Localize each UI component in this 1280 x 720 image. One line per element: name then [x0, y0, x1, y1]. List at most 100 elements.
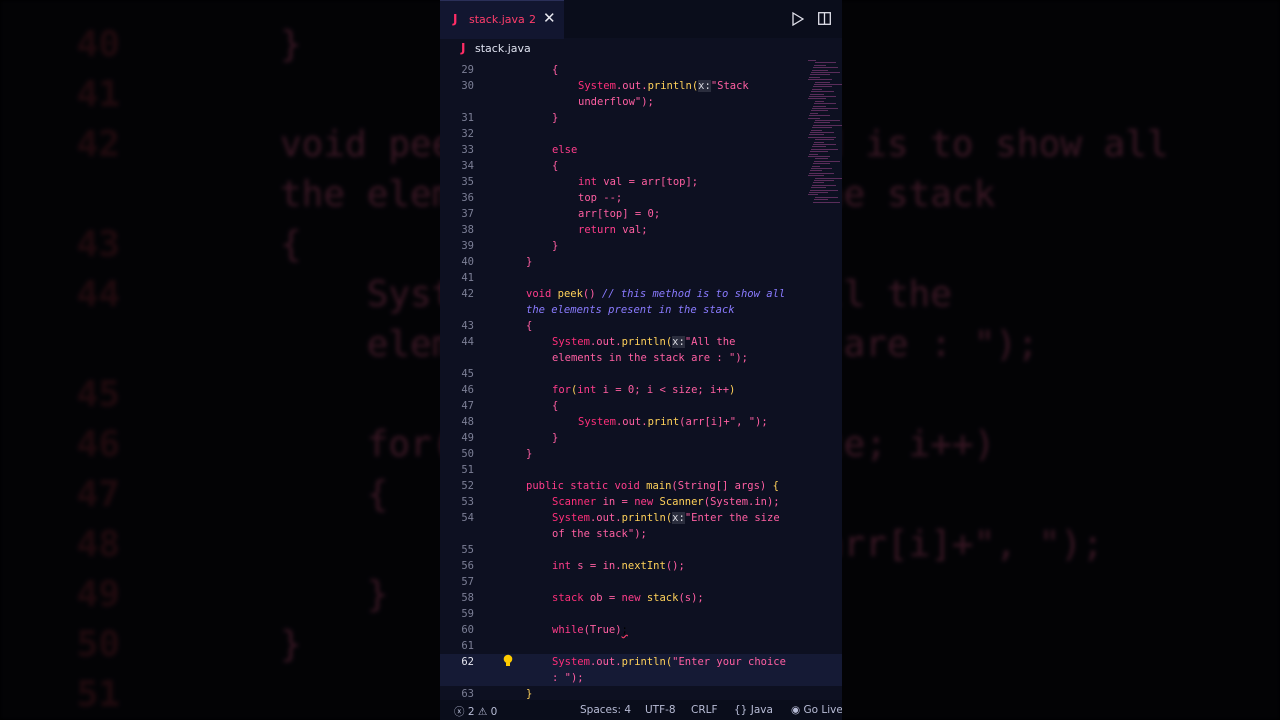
encoding-setting[interactable]: UTF-8: [645, 704, 676, 716]
code-line[interactable]: 41: [440, 270, 842, 286]
lightbulb-icon[interactable]: [502, 654, 514, 668]
run-icon[interactable]: [792, 12, 804, 26]
line-number: 40: [461, 256, 474, 268]
code-token: s = in.: [570, 560, 622, 572]
code-token: out: [596, 656, 616, 668]
code-line[interactable]: 49}: [440, 430, 842, 446]
indentation-setting[interactable]: Spaces: 4: [580, 704, 631, 716]
code-token: ): [729, 384, 736, 396]
code-token: );: [634, 528, 647, 540]
line-number: 32: [461, 128, 474, 140]
warning-count: 0: [490, 706, 498, 718]
code-token: underflow": [578, 96, 642, 108]
close-icon[interactable]: ✕: [543, 10, 557, 26]
code-line[interactable]: 53 Scanner in = new Scanner(System.in);: [440, 494, 842, 510]
minimap-line: [811, 110, 828, 112]
language-mode[interactable]: {} Java: [734, 704, 773, 716]
code-text: of the stack");: [552, 526, 647, 542]
code-line[interactable]: elements in the stack are : ");: [440, 350, 842, 366]
code-area[interactable]: 29{30 System.out.println(x:"Stack underflo…: [440, 60, 842, 700]
java-file-icon: J: [453, 12, 458, 26]
code-text: else: [552, 142, 577, 158]
code-line[interactable]: 45: [440, 366, 842, 382]
code-line[interactable]: 29 {: [440, 62, 842, 78]
code-line[interactable]: 40}: [440, 254, 842, 270]
code-line[interactable]: 36 top --;: [440, 190, 842, 206]
code-line[interactable]: : ");: [440, 670, 842, 686]
code-line[interactable]: 61: [440, 638, 842, 654]
code-token: of the stack": [552, 528, 635, 540]
braces-icon: {}: [734, 704, 748, 716]
minimap-line: [809, 153, 818, 155]
code-line[interactable]: 31}: [440, 110, 842, 126]
code-line[interactable]: 58 stack ob = new stack(s);: [440, 590, 842, 606]
code-line[interactable]: 60 while(True);: [440, 622, 842, 638]
code-text: top --;: [578, 190, 622, 206]
code-line[interactable]: 39}: [440, 238, 842, 254]
code-text: }: [552, 238, 558, 254]
code-line[interactable]: 50}: [440, 446, 842, 462]
breadcrumb: J stack.java: [440, 38, 842, 60]
code-text: {: [552, 62, 558, 78]
code-line[interactable]: underflow");: [440, 94, 842, 110]
code-line[interactable]: 57: [440, 574, 842, 590]
code-line[interactable]: 59: [440, 606, 842, 622]
code-line[interactable]: 46 for(int i = 0; i < size; i++): [440, 382, 842, 398]
code-line[interactable]: 42 void peek() // this method is to show …: [440, 286, 842, 302]
code-line[interactable]: of the stack");: [440, 526, 842, 542]
minimap-line: [815, 81, 830, 83]
code-line[interactable]: 51: [440, 462, 842, 478]
code-line[interactable]: 47 {: [440, 398, 842, 414]
code-line[interactable]: 48 System.out.print(arr[i]+", ");: [440, 414, 842, 430]
code-line[interactable]: 33 else: [440, 142, 842, 158]
warning-icon: ⚠: [477, 706, 488, 718]
code-line[interactable]: 43 {: [440, 318, 842, 334]
minimap-line: [809, 134, 824, 136]
line-number: 45: [461, 368, 474, 380]
line-number: 29: [461, 64, 474, 76]
code-line[interactable]: 32: [440, 126, 842, 142]
code-line[interactable]: 44 System.out.println(x:"All the: [440, 334, 842, 350]
code-line[interactable]: 52 public static void main(String[] args)…: [440, 478, 842, 494]
line-number: 51: [461, 464, 474, 476]
code-token: return: [578, 224, 616, 236]
code-token: stack: [646, 592, 679, 604]
minimap-line: [812, 69, 828, 71]
code-line[interactable]: 38 return val;: [440, 222, 842, 238]
minimap[interactable]: [808, 60, 842, 210]
code-token: println: [647, 80, 692, 92]
eol-setting[interactable]: CRLF: [691, 704, 718, 716]
line-number: 35: [461, 176, 474, 188]
line-number: 60: [461, 624, 474, 636]
code-text: {: [526, 318, 532, 334]
error-count: 2: [467, 706, 475, 718]
line-number: 36: [461, 192, 474, 204]
code-line[interactable]: 30 System.out.println(x:"Stack: [440, 78, 842, 94]
minimap-line: [813, 144, 836, 145]
minimap-line: [809, 172, 834, 174]
code-token: x:: [672, 512, 685, 524]
code-text: System.out.print(arr[i]+", ");: [578, 414, 768, 430]
minimap-line: [815, 62, 836, 64]
code-token: println: [621, 656, 666, 668]
split-editor-icon[interactable]: [818, 12, 831, 25]
code-line[interactable]: 54 System.out.println(x:"Enter the size: [440, 510, 842, 526]
code-line[interactable]: 35 int val = arr[top];: [440, 174, 842, 190]
code-token: nextInt: [621, 560, 666, 572]
code-line[interactable]: 37 arr[top] = 0;: [440, 206, 842, 222]
breadcrumb-file[interactable]: stack.java: [475, 42, 531, 55]
go-live-button[interactable]: ◉ Go Live: [791, 704, 842, 716]
code-line[interactable]: 34 {: [440, 158, 842, 174]
code-token: x:: [698, 80, 711, 92]
code-token: ();: [665, 560, 685, 572]
code-line[interactable]: 55: [440, 542, 842, 558]
tab-stack-java[interactable]: J stack.java 2 ✕: [440, 0, 564, 39]
line-number: 37: [461, 208, 474, 220]
code-token: for: [552, 384, 571, 396]
problems-indicator[interactable]: ⓧ 2 ⚠ 0: [454, 704, 497, 719]
code-token: }: [552, 112, 559, 124]
code-line[interactable]: the elements present in the stack: [440, 302, 842, 318]
minimap-line: [809, 192, 828, 193]
code-line[interactable]: 56 int s = in.nextInt();: [440, 558, 842, 574]
code-line[interactable]: 62 System.out.println("Enter your choice: [440, 654, 842, 670]
